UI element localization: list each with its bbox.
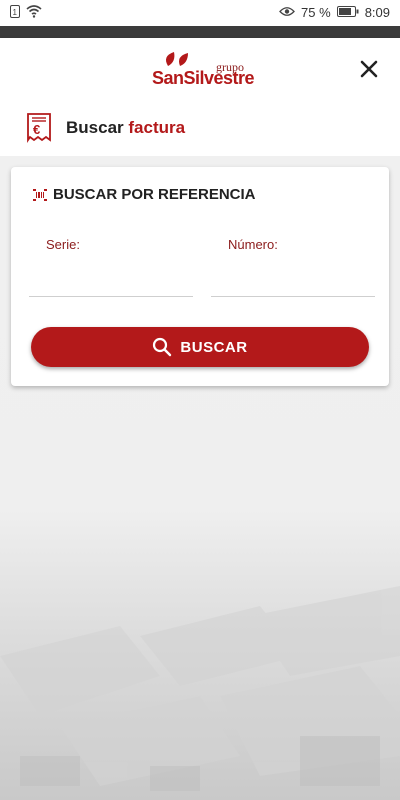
close-icon (360, 60, 378, 78)
battery-icon (336, 5, 359, 20)
wifi-icon (26, 5, 42, 21)
leaf-icon (166, 52, 188, 66)
search-icon (152, 337, 172, 357)
battery-percent: 75 % (301, 5, 331, 20)
barcode-icon (33, 188, 47, 202)
logo-brand-text: SanSilvestre (152, 68, 255, 88)
clock: 8:09 (364, 5, 390, 20)
page-title-prefix: Buscar (66, 118, 124, 137)
search-button[interactable]: BUSCAR (31, 327, 369, 367)
invoice-euro-icon: € (26, 112, 52, 149)
page-title-accent: factura (128, 118, 186, 137)
status-bar-divider (0, 26, 400, 38)
svg-text:€: € (33, 122, 40, 137)
sim-icon: 1 (10, 5, 20, 21)
close-button[interactable] (358, 58, 380, 80)
serie-label: Serie: (46, 237, 80, 252)
search-button-label: BUSCAR (180, 338, 248, 356)
numero-label: Número: (228, 237, 278, 252)
page-title-bar: € Buscar factura (0, 100, 400, 157)
page-title: Buscar factura (66, 118, 185, 138)
card-heading-text: BUSCAR POR REFERENCIA (53, 186, 256, 203)
svg-text:1: 1 (13, 8, 18, 17)
brand-logo: grupo SanSilvestre (150, 50, 255, 90)
app-header: grupo SanSilvestre (0, 38, 400, 100)
numero-input[interactable] (211, 260, 375, 297)
status-bar: 1 75 % 8:09 (0, 0, 400, 26)
serie-input[interactable] (29, 260, 193, 297)
eye-icon (279, 5, 295, 20)
card-heading: BUSCAR POR REFERENCIA (33, 186, 256, 203)
